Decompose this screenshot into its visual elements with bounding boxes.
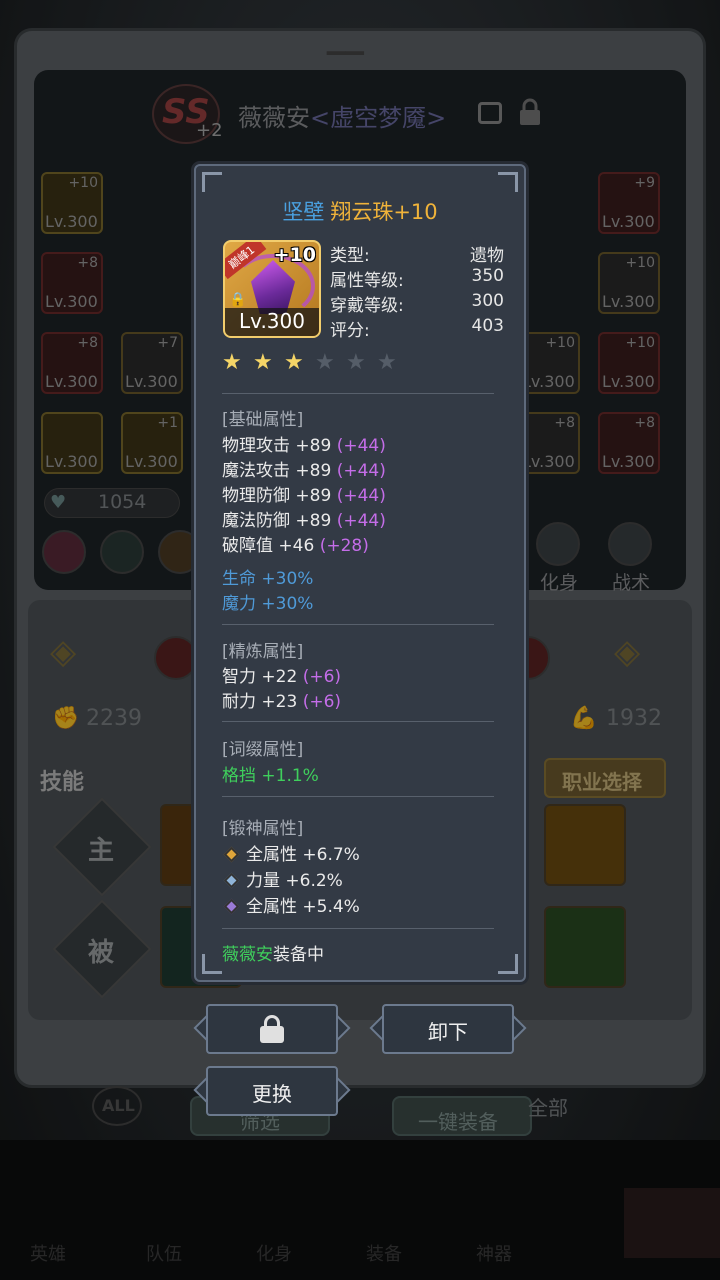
item-quality: 坚壁 <box>282 200 325 224</box>
corner-ornament <box>202 172 222 192</box>
info-score: 评分: 403 <box>330 316 504 341</box>
diamond-silver-icon <box>223 872 240 889</box>
lock-button[interactable] <box>193 1004 351 1054</box>
diamond-gold-icon <box>223 846 240 863</box>
base-attr: 魔法防御 +89 (+44) <box>222 511 386 531</box>
info-wear-level: 穿戴等级: 300 <box>330 291 504 316</box>
divider <box>222 928 494 929</box>
item-lock-icon: 🔒 <box>229 292 247 308</box>
forge-attr: 力量 +6.2% <box>222 866 343 891</box>
star-empty-icon: ★ <box>315 350 335 375</box>
unequip-label: 卸下 <box>428 1020 468 1044</box>
divider <box>222 393 494 394</box>
divider <box>222 721 494 722</box>
replace-label: 更换 <box>252 1082 292 1106</box>
base-attr: 物理攻击 +89 (+44) <box>222 436 386 456</box>
item-level: Lv.300 <box>225 308 319 336</box>
refine-attr: 耐力 +23 (+6) <box>222 692 342 712</box>
padlock-icon <box>260 1015 284 1043</box>
unequip-button[interactable]: 卸下 <box>369 1004 527 1054</box>
replace-button[interactable]: 更换 <box>193 1066 351 1116</box>
base-attr: 物理防御 +89 (+44) <box>222 486 386 506</box>
item-name: 翔云珠+10 <box>330 200 438 224</box>
equipped-by: 薇薇安 <box>222 945 273 965</box>
item-title: 坚壁 翔云珠+10 <box>0 196 720 226</box>
info-attr-level: 属性等级: 350 <box>330 266 504 291</box>
forge-attr-label: [锻神属性] <box>222 819 304 839</box>
diamond-purple-icon <box>223 898 240 915</box>
refine-attr-label: [精炼属性] <box>222 642 304 662</box>
corner-ornament <box>498 172 518 192</box>
forge-attr: 全属性 +6.7% <box>222 840 360 865</box>
star-filled-icon: ★ <box>253 350 273 375</box>
refine-attr: 智力 +22 (+6) <box>222 667 342 687</box>
info-type: 类型: 遗物 <box>330 246 504 266</box>
star-empty-icon: ★ <box>346 350 366 375</box>
base-attr: 破障值 +46 (+28) <box>222 536 369 556</box>
star-empty-icon: ★ <box>377 350 397 375</box>
affix-attr: 格挡 +1.1% <box>222 766 319 786</box>
divider <box>222 796 494 797</box>
special-attr: 魔力 +30% <box>222 594 314 614</box>
equipped-status: 薇薇安装备中 <box>222 945 324 965</box>
star-filled-icon: ★ <box>284 350 304 375</box>
forge-attr: 全属性 +5.4% <box>222 892 360 917</box>
base-attr: 魔法攻击 +89 (+44) <box>222 461 386 481</box>
divider <box>222 624 494 625</box>
item-enhance-level: +10 <box>273 244 316 266</box>
star-rating: ★ ★ ★ ★ ★ ★ <box>222 352 408 378</box>
special-attr: 生命 +30% <box>222 569 314 589</box>
corner-ornament <box>498 954 518 974</box>
star-filled-icon: ★ <box>222 350 242 375</box>
base-attr-label: [基础属性] <box>222 410 304 430</box>
corner-ornament <box>202 954 222 974</box>
affix-attr-label: [词缀属性] <box>222 740 304 760</box>
spirit-orb-icon: 巅峰1 🔒 +10 Lv.300 <box>223 240 321 338</box>
